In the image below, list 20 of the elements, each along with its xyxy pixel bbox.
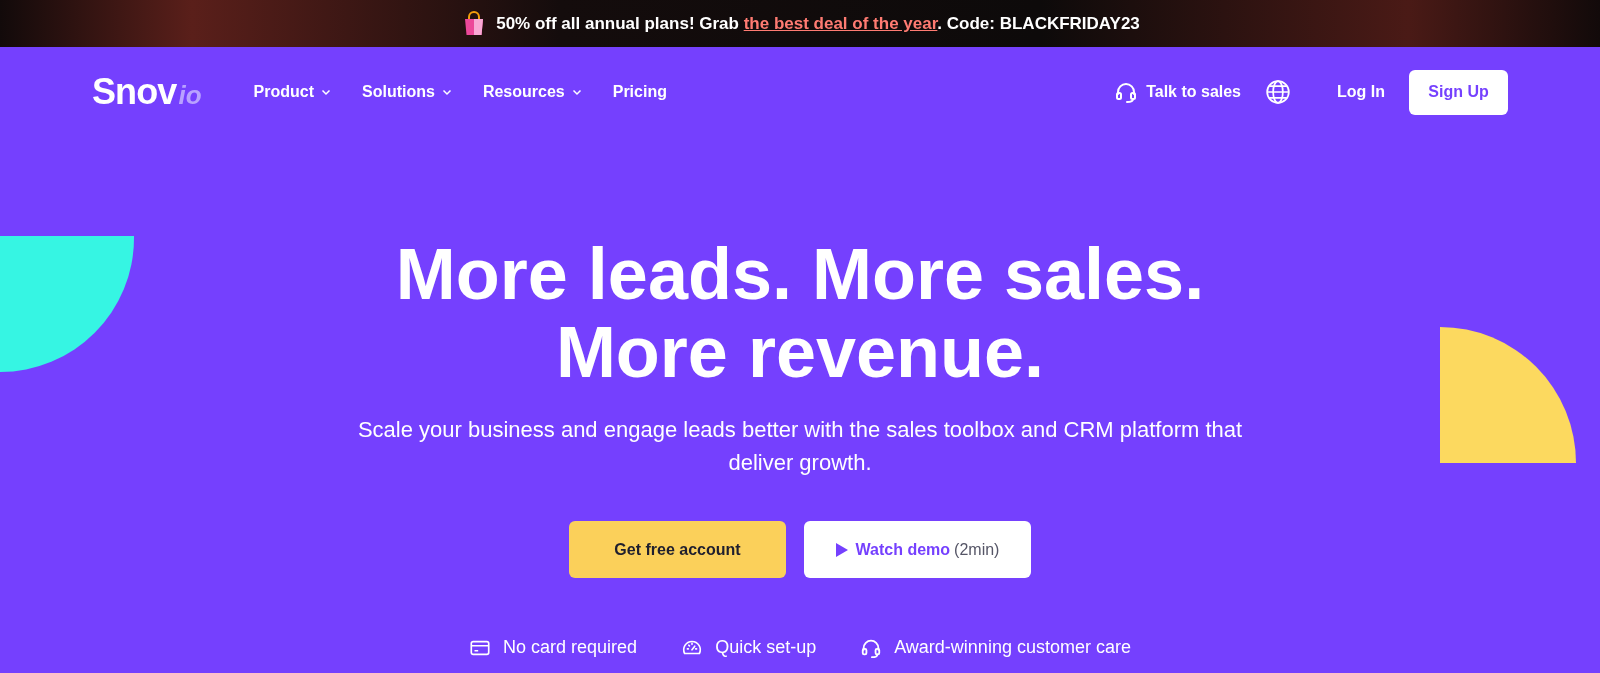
- sign-up-button[interactable]: Sign Up: [1409, 69, 1508, 115]
- talk-to-sales-link[interactable]: Talk to sales: [1114, 80, 1241, 104]
- nav-link[interactable]: Solutions: [362, 80, 453, 104]
- promo-link[interactable]: the best deal of the year: [743, 13, 938, 33]
- feature-label: Award-winning customer care: [894, 636, 1131, 659]
- play-icon: [835, 542, 848, 557]
- hero-title: More leads. More sales. More revenue.: [395, 235, 1205, 391]
- globe-icon[interactable]: [1265, 79, 1291, 105]
- hero-subtitle: Scale your business and engage leads better with the sales toolbox and CRM platform that deliver growth.: [356, 416, 1244, 477]
- feature-label: Quick set-up: [715, 636, 817, 659]
- logo[interactable]: Snovio: [92, 65, 202, 119]
- headset-icon: [1114, 80, 1139, 104]
- nav-link[interactable]: Pricing: [612, 80, 667, 104]
- nav-link[interactable]: Resources: [482, 80, 583, 104]
- watch-demo-button[interactable]: Watch demo (2min): [804, 521, 1031, 578]
- get-free-account-button[interactable]: Get free account: [569, 521, 786, 578]
- promo-text: 50% off all annual plans! Grab the best deal of the year. Code: BLACKFRIDAY23: [496, 12, 1140, 35]
- nav-link[interactable]: Product: [253, 80, 332, 104]
- log-in-link[interactable]: Log In: [1337, 80, 1385, 104]
- feature-label: No card required: [503, 636, 638, 659]
